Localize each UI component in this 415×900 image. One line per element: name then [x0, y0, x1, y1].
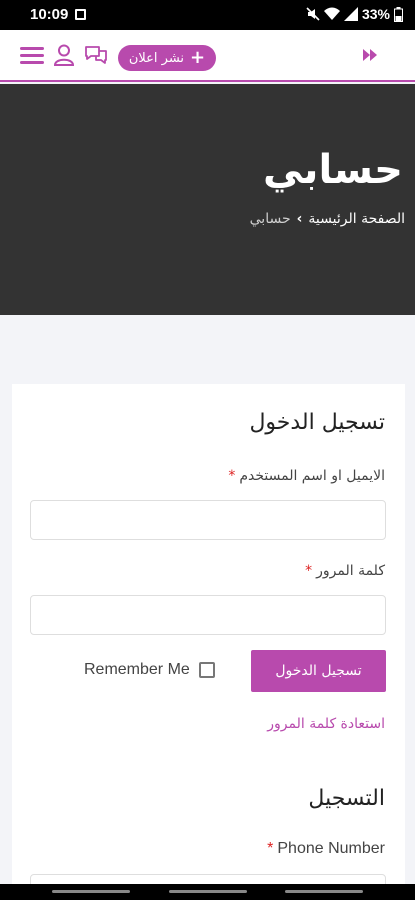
- battery-percent: 33%: [361, 6, 390, 22]
- nav-recents-handle[interactable]: [52, 890, 130, 893]
- phone-label: * Phone Number: [267, 840, 385, 858]
- chat-icon[interactable]: [84, 44, 108, 66]
- account-card: تسجيل الدخول الايميل او اسم المستخدم * ك…: [12, 384, 405, 900]
- username-field[interactable]: [30, 500, 386, 540]
- username-label-text: الايميل او اسم المستخدم: [239, 468, 385, 484]
- required-mark: *: [267, 840, 274, 857]
- page-hero: حسابي الصفحة الرئيسية › حسابي: [0, 84, 415, 315]
- signal-icon: [343, 7, 358, 21]
- plus-icon: +: [190, 47, 206, 68]
- forgot-password-link[interactable]: استعادة كلمة المرور: [267, 716, 385, 732]
- register-title: التسجيل: [308, 786, 385, 811]
- status-bar: 10:09 33%: [0, 0, 415, 30]
- nav-back-handle[interactable]: [285, 890, 363, 893]
- page-title: حسابي: [262, 147, 403, 193]
- login-title: تسجيل الدخول: [249, 410, 385, 435]
- password-label: كلمة المرور *: [305, 563, 385, 579]
- post-ad-button[interactable]: نشر اعلان +: [118, 45, 216, 71]
- nav-home-handle[interactable]: [169, 890, 247, 893]
- post-ad-label: نشر اعلان: [128, 50, 185, 66]
- login-button[interactable]: تسجيل الدخول: [251, 650, 386, 692]
- status-time: 10:09: [30, 6, 69, 23]
- breadcrumb-separator-icon: ›: [296, 211, 303, 227]
- remember-me-checkbox[interactable]: [198, 662, 215, 678]
- username-label: الايميل او اسم المستخدم *: [228, 468, 385, 484]
- menu-icon[interactable]: [20, 47, 44, 65]
- mute-icon: [306, 7, 320, 21]
- required-mark: *: [305, 563, 313, 579]
- wifi-icon: [323, 7, 340, 20]
- remember-me[interactable]: Remember Me: [84, 661, 215, 679]
- app-header: نشر اعلان +: [0, 30, 415, 82]
- image-icon: [75, 9, 86, 20]
- battery-icon: [394, 6, 403, 22]
- required-mark: *: [228, 468, 236, 484]
- system-nav-bar: [0, 884, 415, 900]
- phone-label-text: Phone Number: [277, 840, 385, 857]
- password-field[interactable]: [30, 595, 386, 635]
- breadcrumb-current: حسابي: [249, 211, 291, 227]
- remember-me-label: Remember Me: [84, 661, 190, 678]
- breadcrumb-home[interactable]: الصفحة الرئيسية: [308, 211, 405, 227]
- status-icons: 33%: [306, 6, 403, 22]
- logo-icon[interactable]: [363, 48, 379, 62]
- password-label-text: كلمة المرور: [316, 563, 385, 579]
- user-icon[interactable]: [54, 44, 74, 66]
- breadcrumb: الصفحة الرئيسية › حسابي: [250, 211, 405, 227]
